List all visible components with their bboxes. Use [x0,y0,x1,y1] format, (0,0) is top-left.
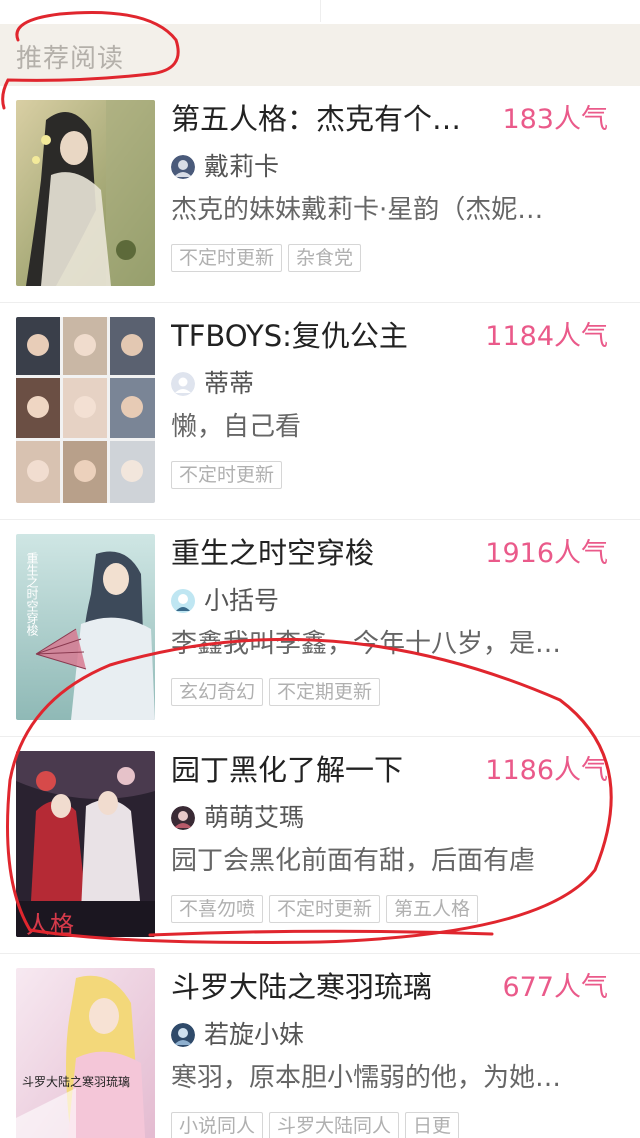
book-title[interactable]: 斗罗大陆之寒羽琉璃 [171,968,491,1006]
book-summary: 杰克的妹妹戴莉卡·星韵（杰妮… [171,195,544,225]
book-cover[interactable] [16,100,155,286]
tag[interactable]: 不定时更新 [171,461,283,489]
avatar [171,155,195,179]
tag-list: 玄幻奇幻 不定期更新 [171,678,386,706]
popularity-count: 1916人气 [485,538,608,569]
cover-image [16,317,155,503]
cover-text: 人格 [26,911,74,937]
book-cover[interactable] [16,317,155,503]
book-title[interactable]: TFBOYS:复仇公主 [171,317,491,355]
popularity-count: 183人气 [502,104,608,135]
book-item[interactable]: 斗罗大陆之寒羽琉璃 斗罗大陆之寒羽琉璃 677人气 若旋小妹 寒羽，原本胆小懦弱… [0,954,640,1138]
book-item[interactable]: 人格 园丁黑化了解一下 1186人气 萌萌艾瑪 园丁会黑化前面有甜，后面有虐 不… [0,737,640,955]
book-summary: 懒，自己看 [171,412,302,442]
tag[interactable]: 不定期更新 [269,678,381,706]
cover-image: 斗罗大陆之寒羽琉璃 [16,968,155,1138]
cover-image [16,100,155,286]
avatar [171,806,195,830]
author-name: 若旋小妹 [204,1020,305,1049]
avatar [171,1023,195,1047]
tag[interactable]: 不喜勿喷 [171,895,264,923]
book-title[interactable]: 园丁黑化了解一下 [171,751,491,789]
tag[interactable]: 小说同人 [171,1112,264,1138]
tag-list: 小说同人 斗罗大陆同人 日更 [171,1112,465,1138]
tag-list: 不定时更新 杂食党 [171,244,367,272]
author-name: 小括号 [204,586,280,615]
page: 推荐阅读 第五人格：杰克有个… 183人气 戴莉卡 杰克的妹妹戴莉卡·星韵（杰妮… [0,0,640,1138]
popularity-count: 1184人气 [485,321,608,352]
book-title[interactable]: 重生之时空穿梭 [171,534,491,572]
avatar [171,589,195,613]
cover-text: 斗罗大陆之寒羽琉璃 [22,1074,130,1089]
book-item[interactable]: 第五人格：杰克有个… 183人气 戴莉卡 杰克的妹妹戴莉卡·星韵（杰妮… 不定时… [0,86,640,304]
section-header: 推荐阅读 [0,24,640,86]
book-summary: 园丁会黑化前面有甜，后面有虐 [171,846,536,876]
book-title[interactable]: 第五人格：杰克有个… [171,100,491,138]
popularity-count: 1186人气 [485,755,608,786]
author-name: 蒂蒂 [204,369,255,398]
tag[interactable]: 不定时更新 [171,244,283,272]
author-name: 萌萌艾瑪 [204,803,305,832]
tag-list: 不定时更新 [171,461,288,489]
tag[interactable]: 日更 [405,1112,460,1138]
book-summary: 李鑫我叫李鑫，今年十八岁，是… [171,629,562,659]
tag-list: 不喜勿喷 不定时更新 第五人格 [171,895,484,923]
top-divider [320,0,321,22]
tag[interactable]: 第五人格 [386,895,479,923]
book-cover[interactable]: 斗罗大陆之寒羽琉璃 [16,968,155,1138]
book-item[interactable]: TFBOYS:复仇公主 1184人气 蒂蒂 懒，自己看 不定时更新 [0,303,640,521]
avatar [171,372,195,396]
cover-text: 重生之时空穿梭 [25,552,39,636]
tag[interactable]: 斗罗大陆同人 [269,1112,400,1138]
cover-image: 人格 [16,751,155,937]
cover-image: 重生之时空穿梭 [16,534,155,720]
tag[interactable]: 玄幻奇幻 [171,678,264,706]
book-summary: 寒羽，原本胆小懦弱的他，为她… [171,1063,562,1093]
book-item[interactable]: 重生之时空穿梭 重生之时空穿梭 1916人气 小括号 李鑫我叫李鑫，今年十八岁，… [0,520,640,738]
top-bar [0,0,640,24]
popularity-count: 677人气 [502,972,608,1003]
author-name: 戴莉卡 [204,152,280,181]
tag[interactable]: 杂食党 [288,244,362,272]
section-title: 推荐阅读 [16,44,125,74]
tag[interactable]: 不定时更新 [269,895,381,923]
book-cover[interactable]: 人格 [16,751,155,937]
book-cover[interactable]: 重生之时空穿梭 [16,534,155,720]
